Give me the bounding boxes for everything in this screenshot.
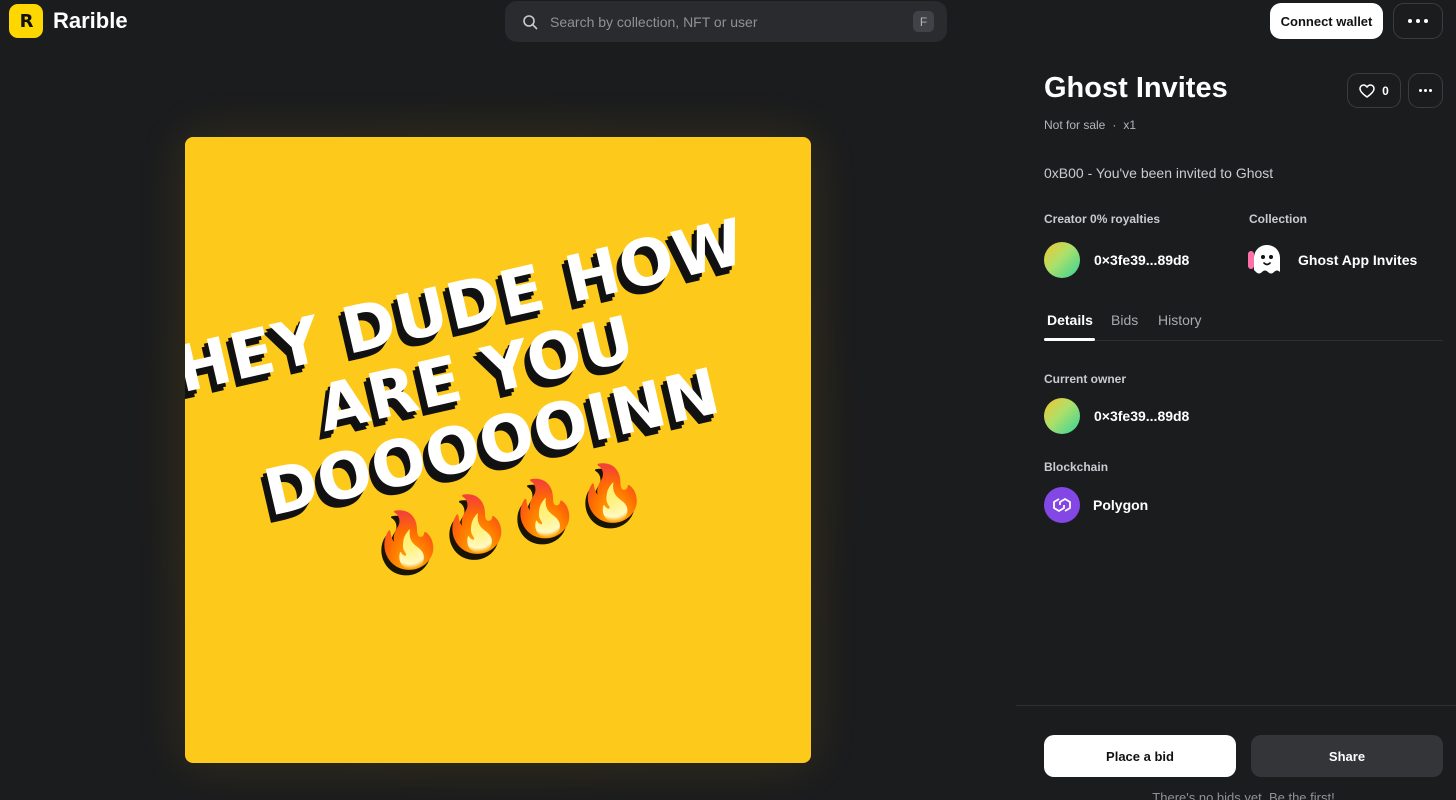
more-menu-button[interactable] <box>1393 3 1443 39</box>
search-input[interactable]: Search by collection, NFT or user <box>550 14 758 30</box>
search-shortcut-key: F <box>913 11 934 32</box>
edition-count: x1 <box>1123 118 1137 132</box>
owner-avatar[interactable] <box>1044 398 1080 434</box>
tab-details[interactable]: Details <box>1047 312 1093 328</box>
sale-status: Not for sale <box>1044 118 1106 132</box>
rarible-logo-icon[interactable]: R <box>9 4 43 38</box>
sale-info: Not for sale · x1 <box>1044 118 1136 132</box>
search-icon <box>523 15 538 30</box>
like-button[interactable]: 0 <box>1347 73 1401 108</box>
blockchain-label: Blockchain <box>1044 460 1109 474</box>
ghost-icon[interactable] <box>1247 243 1285 277</box>
nft-description: 0xB00 - You've been invited to Ghost <box>1044 165 1274 181</box>
blockchain-name: Polygon <box>1093 497 1149 513</box>
search-bar[interactable]: Search by collection, NFT or user F <box>505 1 947 42</box>
logo-letter: R <box>19 10 34 32</box>
connect-wallet-button[interactable]: Connect wallet <box>1270 3 1383 39</box>
more-dot <box>1429 89 1432 92</box>
actions-divider <box>1016 705 1456 706</box>
detail-tabs: Details Bids History <box>1044 305 1443 341</box>
more-dot <box>1416 19 1420 23</box>
nft-artwork[interactable]: HEY DUDE HOW ARE YOU DOOOOOINN 🔥🔥🔥🔥 <box>185 137 811 763</box>
more-dot <box>1424 89 1427 92</box>
creator-name[interactable]: 0×3fe39...89d8 <box>1094 252 1189 268</box>
share-button[interactable]: Share <box>1251 735 1443 777</box>
top-bar: R Rarible Search by collection, NFT or u… <box>0 0 1456 44</box>
tab-history[interactable]: History <box>1158 312 1202 328</box>
artwork-text: HEY DUDE HOW ARE YOU DOOOOOINN 🔥🔥🔥🔥 <box>185 137 811 763</box>
like-count: 0 <box>1382 83 1389 98</box>
no-bids-message: There's no bids yet. Be the first! <box>1152 790 1335 800</box>
creator-avatar[interactable] <box>1044 242 1080 278</box>
more-dot <box>1424 19 1428 23</box>
heart-icon <box>1359 83 1375 98</box>
creator-label: Creator 0% royalties <box>1044 212 1161 226</box>
nft-title: Ghost Invites <box>1044 72 1228 104</box>
current-owner-label: Current owner <box>1044 372 1127 386</box>
polygon-icon <box>1044 487 1080 523</box>
tab-bids[interactable]: Bids <box>1111 312 1138 328</box>
collection-label: Collection <box>1249 212 1308 226</box>
owner-name[interactable]: 0×3fe39...89d8 <box>1094 408 1189 424</box>
place-bid-button[interactable]: Place a bid <box>1044 735 1236 777</box>
sale-separator: · <box>1112 118 1117 132</box>
item-more-button[interactable] <box>1408 73 1443 108</box>
brand-name[interactable]: Rarible <box>53 8 128 34</box>
more-dot <box>1408 19 1412 23</box>
active-tab-indicator <box>1044 338 1095 341</box>
collection-name[interactable]: Ghost App Invites <box>1298 252 1417 268</box>
more-dot <box>1419 89 1422 92</box>
